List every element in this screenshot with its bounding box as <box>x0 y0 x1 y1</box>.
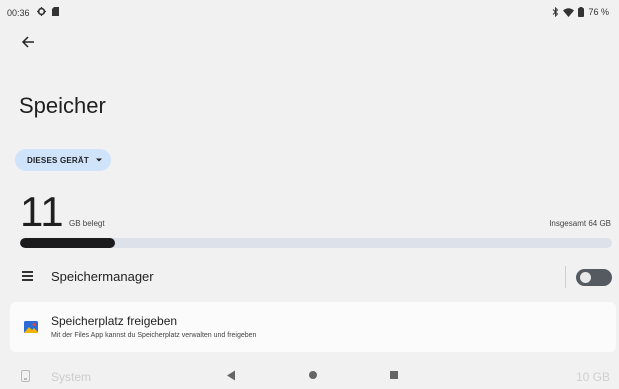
free-space-title: Speicherplatz freigeben <box>51 314 178 328</box>
back-button[interactable] <box>17 31 39 53</box>
wifi-icon <box>563 7 575 17</box>
storage-progress-fill <box>20 238 115 248</box>
free-space-subtitle: Mit der Files App kannst du Speicherplat… <box>51 332 257 339</box>
used-storage-number: 11 <box>20 188 64 235</box>
status-left-icons <box>37 7 59 16</box>
divider <box>565 266 566 288</box>
battery-icon <box>578 7 585 17</box>
total-storage-label: Insgesamt 64 GB <box>549 219 611 228</box>
bluetooth-icon <box>552 7 559 17</box>
status-right: 76 % <box>552 7 609 17</box>
arrow-back-icon <box>21 35 35 49</box>
settings-icon <box>37 7 46 16</box>
device-selector-chip[interactable]: DIESES GERÄT <box>15 149 111 171</box>
storage-manager-toggle[interactable] <box>576 269 612 286</box>
storage-progress-bar <box>20 238 612 248</box>
storage-manager-label: Speichermanager <box>51 269 154 284</box>
nav-back-icon[interactable] <box>226 370 236 381</box>
navigation-bar <box>0 364 619 389</box>
page-title: Speicher <box>19 93 106 118</box>
toggle-knob <box>580 272 591 283</box>
battery-text: 76 % <box>588 7 609 17</box>
device-selector-label: DIESES GERÄT <box>27 155 89 165</box>
status-bar: 00:36 76 % <box>0 0 619 24</box>
dropdown-arrow-icon <box>95 157 103 163</box>
nav-recents-icon[interactable] <box>389 370 399 380</box>
sd-card-icon <box>52 7 59 16</box>
free-space-card[interactable]: Speicherplatz freigeben Mit der Files Ap… <box>10 302 616 352</box>
status-time: 00:36 <box>7 8 30 18</box>
used-storage-label: GB belegt <box>69 219 105 228</box>
list-icon <box>22 271 33 281</box>
storage-manager-row[interactable]: Speichermanager <box>0 262 619 292</box>
files-app-icon <box>24 321 38 333</box>
nav-home-icon[interactable] <box>308 370 318 380</box>
